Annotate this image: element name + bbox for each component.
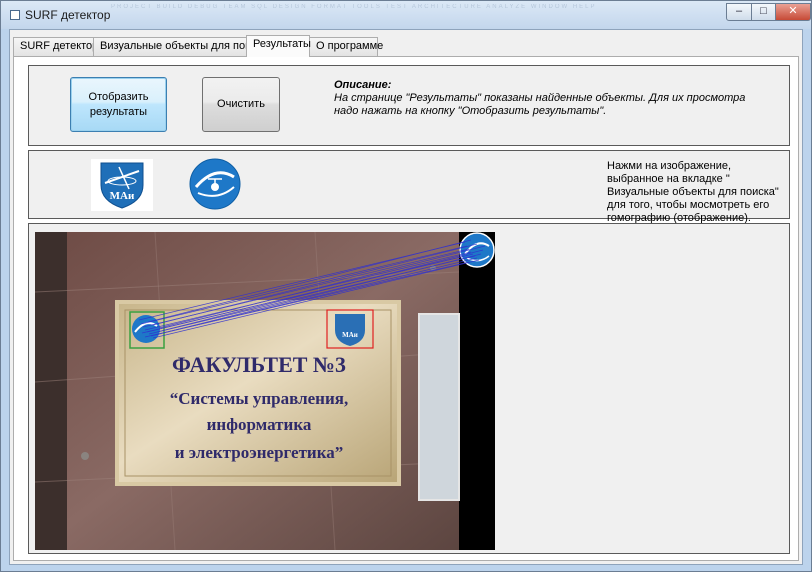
app-icon xyxy=(10,10,20,20)
clear-button[interactable]: Очистить xyxy=(202,77,280,132)
homography-hint-text: Нажми на изображение, выбранное на вклад… xyxy=(607,160,779,224)
client-area: SURF детектор Визуальные объекты для пои… xyxy=(9,29,803,565)
background-menu-text: PROJECT BUILD DEBUG TEAM SQL DESIGN FORM… xyxy=(111,4,597,10)
tab-about[interactable]: О программе xyxy=(309,37,383,56)
object-thumb-faculty-emblem[interactable] xyxy=(188,157,242,211)
result-canvas: ФАКУЛЬТЕТ №3 “Системы управления, информ… xyxy=(34,231,495,551)
window-title: SURF детектор xyxy=(25,8,111,22)
search-objects-group: МАи Нажми на изображение, выбранное на в… xyxy=(28,150,790,224)
minimize-button[interactable]: – xyxy=(726,3,752,21)
tab-results[interactable]: Результаты xyxy=(246,35,311,57)
show-results-label: Отобразить результаты xyxy=(88,90,149,118)
close-button[interactable]: ✕ xyxy=(775,3,811,21)
plaque-line-2: “Системы управления, xyxy=(170,389,348,408)
result-image[interactable]: ФАКУЛЬТЕТ №3 “Системы управления, информ… xyxy=(34,231,495,551)
tab-visual-objects[interactable]: Визуальные объекты для поиска xyxy=(93,37,268,56)
description-text: На странице "Результаты" показаны найден… xyxy=(334,92,746,117)
mai-shield-logo: МАи xyxy=(100,162,144,209)
result-group: ФАКУЛЬТЕТ №3 “Системы управления, информ… xyxy=(28,223,790,554)
description-block: Описание: На странице "Результаты" показ… xyxy=(334,79,754,118)
object-thumb-mai-shield[interactable]: МАи xyxy=(91,159,153,211)
plaque-line-4: и электроэнергетика” xyxy=(175,443,344,462)
app-window: SURF детектор PROJECT BUILD DEBUG TEAM S… xyxy=(0,0,812,572)
plaque-line-1: ФАКУЛЬТЕТ №3 xyxy=(172,352,346,377)
actions-group: Отобразить результаты Очистить Описание:… xyxy=(28,65,790,146)
tab-surf-detector[interactable]: SURF детектор xyxy=(13,37,98,56)
maximize-button[interactable]: □ xyxy=(751,3,776,21)
detected-shield-text: МАи xyxy=(342,331,358,339)
mai-shield-text: МАи xyxy=(110,190,135,202)
show-results-button[interactable]: Отобразить результаты xyxy=(70,77,167,132)
faculty-emblem-logo xyxy=(189,158,241,210)
description-heading: Описание: xyxy=(334,79,392,91)
results-tab-page: Отобразить результаты Очистить Описание:… xyxy=(13,56,799,561)
plaque-line-3: информатика xyxy=(207,415,312,434)
title-bar[interactable]: SURF детектор PROJECT BUILD DEBUG TEAM S… xyxy=(1,1,811,29)
